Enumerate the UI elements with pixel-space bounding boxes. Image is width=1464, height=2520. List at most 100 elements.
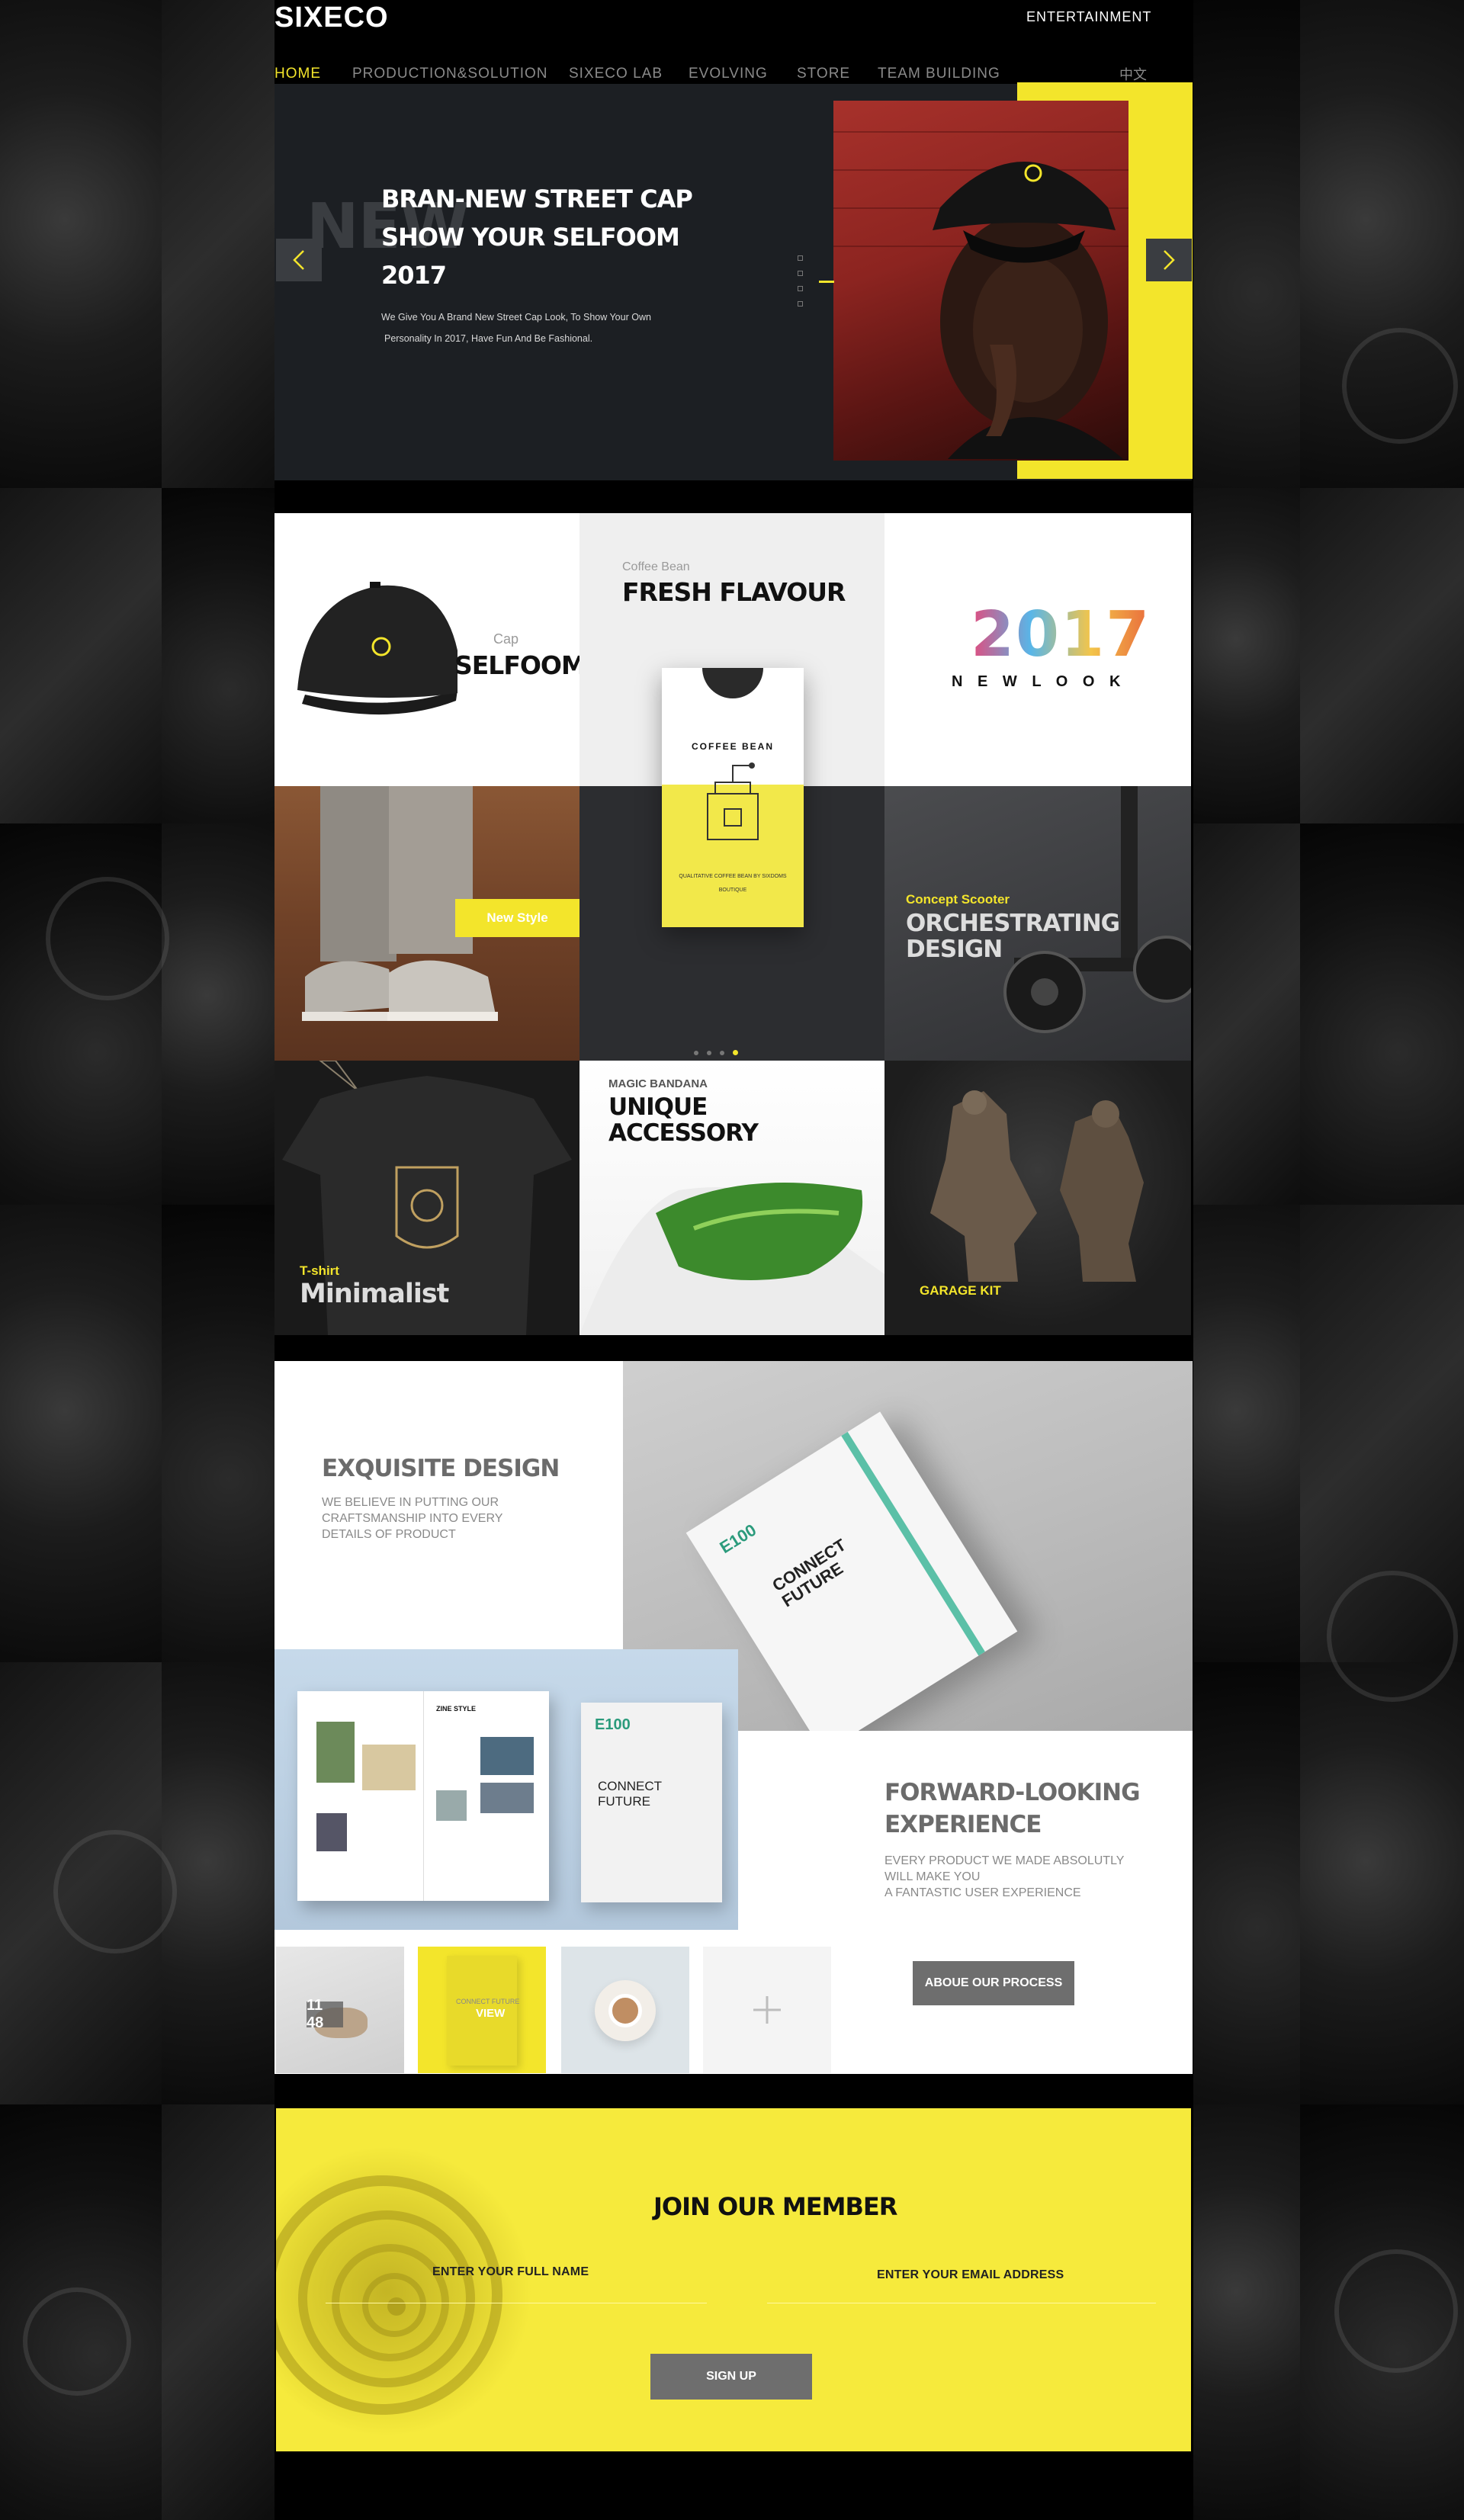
thumbnail-book-title: CONNECT FUTURE bbox=[456, 1998, 520, 2005]
scooter-title-line: ORCHESTRATING bbox=[906, 910, 1120, 937]
cap-subtitle: Cap bbox=[493, 631, 519, 647]
bg-tile bbox=[0, 488, 162, 823]
bg-tile bbox=[162, 823, 274, 1205]
hero-prev-button[interactable] bbox=[276, 239, 322, 281]
thumbnail-view-label[interactable]: VIEW bbox=[476, 2007, 505, 2020]
bag-small-text: QUALITATIVE COFFEE BEAN BY SIXDOMS bbox=[679, 874, 787, 879]
hero-active-indicator bbox=[819, 281, 834, 283]
nav-production-solution[interactable]: PRODUCTION&SOLUTION bbox=[352, 66, 548, 82]
tile-newlook[interactable]: 2017 N E W L O O K bbox=[884, 513, 1191, 786]
magazine-image bbox=[362, 1745, 416, 1790]
grid-page-dot-active[interactable] bbox=[733, 1050, 738, 1055]
about-process-button[interactable]: ABOUE OUR PROCESS bbox=[913, 1961, 1074, 2005]
bg-wheel bbox=[23, 2287, 131, 2396]
bg-tile bbox=[1193, 823, 1300, 1205]
sign-up-button[interactable]: SIGN UP bbox=[650, 2354, 812, 2400]
grid-pagination bbox=[694, 1045, 738, 1059]
hero-description-line: Personality In 2017, Have Fun And Be Fas… bbox=[384, 333, 593, 344]
nav-store[interactable]: STORE bbox=[797, 66, 850, 82]
bandana-title-line: UNIQUE bbox=[608, 1093, 708, 1121]
magazine-cover: E100 CONNECT FUTURE bbox=[581, 1703, 722, 1902]
hero-page-dot[interactable] bbox=[798, 286, 803, 291]
coffee-bag: COFFEE BEAN QUALITATIVE COFFEE BEAN BY S… bbox=[662, 668, 804, 927]
hero-page-dot[interactable] bbox=[798, 255, 803, 261]
hero-photo-cap-model bbox=[833, 101, 1128, 461]
forward-looking-heading: FORWARD-LOOKING EXPERIENCE bbox=[884, 1777, 1141, 1841]
hero-page-dot[interactable] bbox=[798, 271, 803, 276]
hero-next-button[interactable] bbox=[1146, 239, 1192, 281]
hero-description-line: We Give You A Brand New Street Cap Look,… bbox=[381, 312, 651, 323]
bg-tile bbox=[162, 488, 274, 823]
thumbnail-add-button[interactable] bbox=[703, 1947, 831, 2073]
grid-page-dot[interactable] bbox=[720, 1051, 724, 1055]
chevron-right-icon bbox=[1164, 250, 1175, 270]
nav-evolving[interactable]: EVOLVING bbox=[689, 66, 768, 82]
tile-tshirt[interactable]: T-shirt Minimalist bbox=[274, 1061, 580, 1335]
nav-home[interactable]: HOME bbox=[274, 66, 321, 82]
model-illustration bbox=[933, 162, 1123, 459]
zine-style-label: ZINE STYLE bbox=[436, 1705, 477, 1713]
scooter-title-line: DESIGN bbox=[906, 936, 1003, 963]
chameleon-tail-illustration bbox=[276, 2146, 531, 2436]
bg-tile bbox=[1193, 488, 1300, 823]
chevron-left-icon bbox=[293, 250, 304, 270]
magazine-photo: ZINE STYLE E100 CONNECT FUTURE bbox=[274, 1649, 738, 1930]
magazine-cover-line: FUTURE bbox=[598, 1794, 650, 1809]
logo[interactable]: SIXECO bbox=[274, 2, 389, 34]
tile-garage-kit[interactable]: GARAGE KIT bbox=[884, 1061, 1191, 1335]
tile-cap[interactable]: Cap SELFOOM bbox=[274, 513, 580, 786]
magazine-spine bbox=[423, 1691, 424, 1901]
bg-wheel bbox=[1327, 1571, 1458, 1702]
bg-tile bbox=[1300, 823, 1464, 1205]
cap-illustration bbox=[297, 582, 458, 715]
thumbnail-yellow-book[interactable]: CONNECT FUTURE VIEW bbox=[418, 1947, 546, 2073]
hero-pagination bbox=[798, 255, 803, 316]
hero-title-line: SHOW YOUR SELFOOM bbox=[381, 223, 680, 252]
magazine-brand: E100 bbox=[595, 1716, 631, 1733]
entertainment-link[interactable]: ENTERTAINMENT bbox=[1026, 9, 1151, 25]
bg-tile bbox=[162, 2104, 274, 2520]
grid-page-dot[interactable] bbox=[707, 1051, 711, 1055]
bg-tile bbox=[1193, 1205, 1300, 1662]
bg-wheel bbox=[46, 877, 169, 1000]
magazine-image bbox=[316, 1722, 355, 1783]
garage-kit-label: GARAGE KIT bbox=[920, 1283, 1001, 1298]
hero-description: We Give You A Brand New Street Cap Look,… bbox=[381, 307, 656, 349]
coffee-title: FRESH FLAVOUR bbox=[622, 577, 846, 607]
tshirt-title: Minimalist bbox=[300, 1279, 449, 1309]
tile-bandana[interactable]: MAGIC BANDANA UNIQUE ACCESSORY bbox=[580, 1061, 884, 1335]
forward-looking-text-line: A FANTASTIC USER EXPERIENCE bbox=[884, 1886, 1081, 1899]
forward-looking-line: FORWARD-LOOKING bbox=[884, 1779, 1141, 1806]
thumbnail-coffee bbox=[608, 1994, 642, 2027]
email-label: ENTER YOUR EMAIL ADDRESS bbox=[877, 2268, 1064, 2281]
bg-tile bbox=[1193, 1662, 1300, 2104]
new-style-label[interactable]: New Style bbox=[455, 899, 580, 937]
notebook-band bbox=[841, 1431, 985, 1656]
magazine-cover-line: CONNECT bbox=[598, 1779, 663, 1793]
exquisite-design-line: CRAFTSMANSHIP INTO EVERY bbox=[322, 1512, 503, 1525]
grid-page-dot[interactable] bbox=[694, 1051, 698, 1055]
plus-icon bbox=[753, 1996, 781, 2024]
coffee-grinder-icon bbox=[707, 762, 759, 840]
magazine-image bbox=[316, 1813, 347, 1851]
newlook-text: N E W L O O K bbox=[952, 673, 1126, 690]
nav-sixeco-lab[interactable]: SIXECO LAB bbox=[569, 66, 663, 82]
exquisite-design-line: WE BELIEVE IN PUTTING OUR bbox=[322, 1496, 499, 1509]
bg-tile bbox=[0, 1205, 162, 1662]
bg-tile bbox=[162, 1662, 274, 2104]
hero-page-dot[interactable] bbox=[798, 301, 803, 307]
magazine-cover-title: CONNECT FUTURE bbox=[598, 1779, 662, 1809]
language-switch[interactable]: 中文 bbox=[1119, 64, 1147, 84]
thumbnail-coffee-table[interactable]: 11 48 bbox=[276, 1947, 404, 2073]
forward-looking-text-line: EVERY PRODUCT WE MADE ABSOLUTLY bbox=[884, 1854, 1125, 1867]
bg-wheel bbox=[1334, 2249, 1458, 2373]
forward-looking-line: EXPERIENCE bbox=[884, 1811, 1042, 1838]
tile-scooter[interactable]: Concept Scooter ORCHESTRATING DESIGN bbox=[884, 786, 1191, 1061]
bg-wheel bbox=[53, 1830, 177, 1953]
bg-tile bbox=[0, 823, 162, 1205]
notebook-title: CONNECT FUTURE bbox=[769, 1535, 859, 1610]
bg-tile bbox=[1300, 488, 1464, 823]
tile-sneakers[interactable]: New Style bbox=[274, 786, 580, 1061]
nav-team-building[interactable]: TEAM BUILDING bbox=[878, 66, 1000, 82]
thumbnail-coffee-cup[interactable] bbox=[561, 1947, 689, 2073]
